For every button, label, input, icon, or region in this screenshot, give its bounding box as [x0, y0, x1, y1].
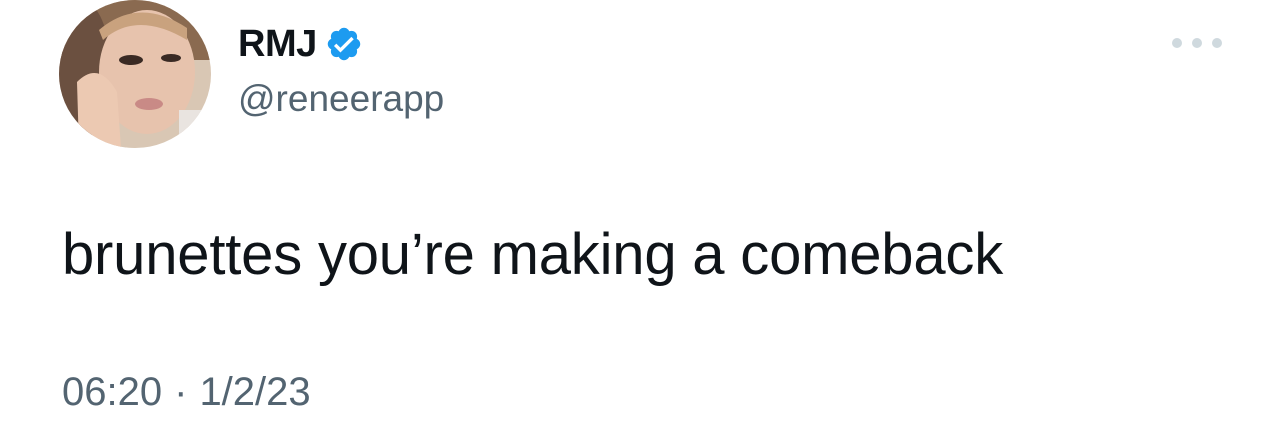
avatar-image — [59, 0, 211, 148]
verified-badge-icon — [325, 25, 363, 63]
author-display-name[interactable]: RMJ — [238, 25, 317, 63]
tweet-card: RMJ @reneerapp brunettes you’re making a… — [0, 0, 1284, 427]
tweet-text: brunettes you’re making a comeback — [62, 222, 1004, 287]
tweet-date: 1/2/23 — [199, 370, 311, 414]
more-dot — [1212, 38, 1222, 48]
meta-separator: · — [174, 370, 188, 414]
tweet-timestamp[interactable]: 06:20 · 1/2/23 — [62, 372, 311, 412]
tweet-time: 06:20 — [62, 370, 163, 414]
avatar[interactable] — [59, 0, 211, 148]
more-options-button[interactable] — [1172, 30, 1222, 56]
more-dot — [1172, 38, 1182, 48]
author-handle[interactable]: @reneerapp — [238, 80, 444, 117]
author-name-row: RMJ — [238, 20, 363, 68]
more-dot — [1192, 38, 1202, 48]
